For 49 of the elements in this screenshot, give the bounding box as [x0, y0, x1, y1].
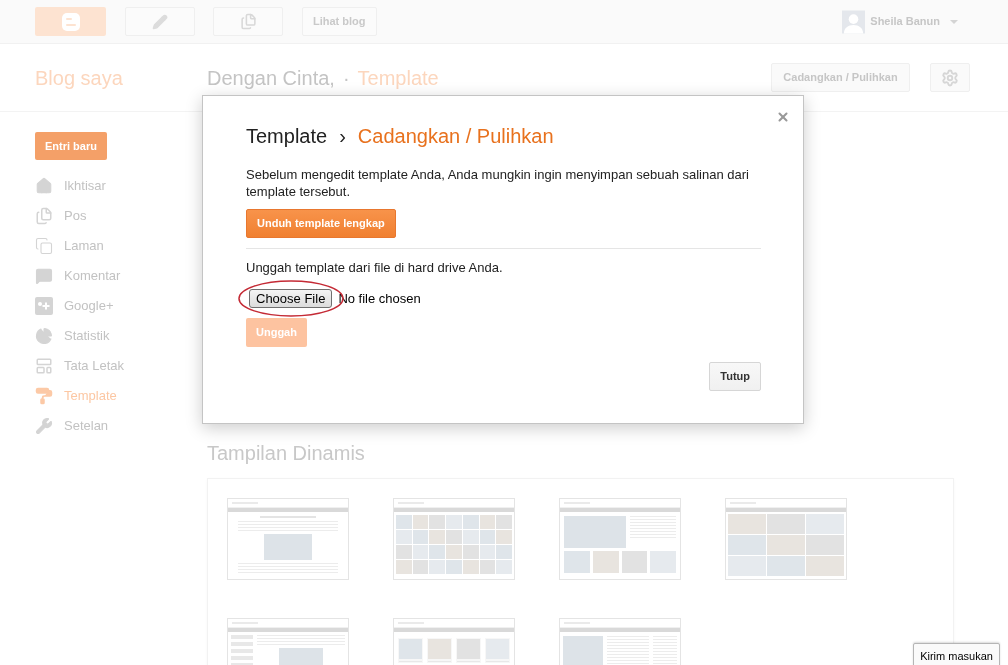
dialog-subtitle: Cadangkan / Pulihkan	[357, 124, 554, 149]
upload-label: Unggah template dari file di hard drive Anda.	[246, 259, 504, 276]
new-post-button[interactable]	[125, 7, 195, 36]
dialog-description: Sebelum mengedit template Anda, Anda mungkin ingin menyimpan sebuah salinan dari template tersebut.	[246, 166, 750, 200]
breadcrumb-separator: ›	[339, 124, 346, 149]
posts-button[interactable]	[213, 7, 283, 36]
sidebar-item[interactable]: Komentar	[35, 261, 121, 291]
new-entry-button[interactable]: Entri baru	[35, 132, 107, 160]
sidebar-item[interactable]: Laman	[35, 231, 104, 261]
settings-icon	[941, 68, 959, 87]
documents-icon	[239, 13, 257, 30]
logo-icon	[61, 12, 80, 31]
template-preview-drawing[interactable]	[725, 498, 847, 580]
pencil-icon	[152, 13, 168, 30]
download-template-button[interactable]: Unduh template lengkap	[246, 209, 396, 238]
layout-icon	[35, 357, 53, 375]
sidebar-item[interactable]: Google+	[35, 291, 114, 321]
close-button[interactable]	[776, 110, 790, 124]
template-preview-drawing[interactable]	[227, 498, 349, 580]
settings-button[interactable]	[930, 63, 970, 92]
wrench-icon	[35, 417, 53, 435]
documents-icon	[35, 207, 53, 225]
sidebar-item[interactable]: Setelan	[35, 411, 109, 441]
page-title: Template	[357, 65, 439, 91]
pie-chart-icon	[35, 327, 53, 345]
avatar-icon	[842, 9, 866, 34]
feedback-button[interactable]: Kirim masukan	[913, 643, 1000, 665]
sidebar-item[interactable]: Ikhtisar	[35, 171, 106, 201]
choose-file-button[interactable]: Choose File	[249, 289, 333, 308]
close-icon	[776, 110, 790, 124]
title-separator: ·	[342, 65, 350, 91]
house-icon	[35, 177, 53, 195]
paint-roller-icon	[35, 387, 53, 405]
logo-button[interactable]	[35, 7, 106, 36]
app-title[interactable]: Blog saya	[35, 66, 123, 89]
sidebar-item[interactable]: Statistik	[35, 321, 110, 351]
dialog-title: Template	[246, 124, 328, 149]
caret-icon[interactable]	[950, 19, 958, 24]
sidebar-item[interactable]: Template	[35, 381, 117, 411]
upload-button: Unggah	[246, 318, 307, 347]
blog-name: Dengan Cinta,	[207, 65, 335, 91]
close-dialog-button[interactable]: Tutup	[709, 362, 761, 391]
sidebar-item[interactable]: Tata Letak	[35, 351, 124, 381]
template-preview-drawing[interactable]	[559, 498, 681, 580]
template-preview-drawing[interactable]	[393, 498, 515, 580]
square-plus-icon	[35, 297, 53, 315]
speech-bubble-icon	[35, 267, 53, 285]
sidebar-item[interactable]: Pos	[35, 201, 87, 231]
page-icon	[35, 237, 53, 255]
